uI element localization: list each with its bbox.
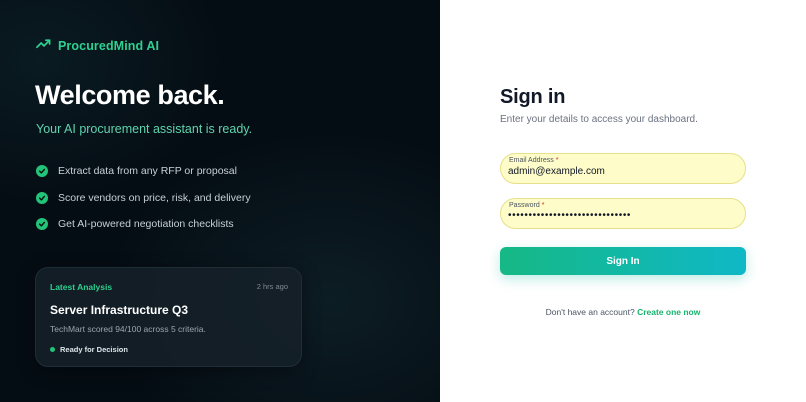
password-label: Password * bbox=[509, 202, 544, 209]
card-label: Latest Analysis bbox=[50, 282, 113, 292]
email-label-text: Email Address bbox=[509, 157, 554, 164]
password-field[interactable]: Password * bbox=[500, 198, 746, 229]
card-description: TechMart scored 94/100 across 5 criteria… bbox=[50, 324, 206, 334]
card-title: Server Infrastructure Q3 bbox=[50, 303, 189, 317]
check-circle-icon bbox=[36, 165, 48, 177]
welcome-heading: Welcome back. bbox=[35, 80, 225, 110]
status-text: Ready for Decision bbox=[60, 345, 128, 354]
brand: ProcuredMind AI bbox=[36, 36, 159, 56]
feature-text: Score vendors on price, risk, and delive… bbox=[58, 191, 251, 204]
feature-list: Extract data from any RFP or proposal Sc… bbox=[36, 163, 251, 243]
feature-item: Get AI-powered negotiation checklists bbox=[36, 216, 251, 232]
email-field[interactable]: Email Address * bbox=[500, 153, 746, 184]
feature-text: Extract data from any RFP or proposal bbox=[58, 165, 237, 177]
required-mark: * bbox=[555, 157, 559, 164]
check-circle-icon bbox=[36, 191, 48, 204]
status-badge: Ready for Decision bbox=[50, 345, 128, 354]
feature-item: Score vendors on price, risk, and delive… bbox=[36, 190, 251, 206]
signup-prompt: Don't have an account? Create one now bbox=[440, 307, 806, 317]
trending-up-icon bbox=[36, 36, 51, 56]
card-timestamp: 2 hrs ago bbox=[256, 282, 288, 291]
hero-panel: ProcuredMind AI Welcome back. Your AI pr… bbox=[0, 0, 440, 402]
brand-name: ProcuredMind AI bbox=[58, 39, 160, 53]
signin-button[interactable]: Sign In bbox=[500, 247, 746, 275]
feature-text: Get AI-powered negotiation checklists bbox=[58, 218, 234, 230]
status-dot-icon bbox=[50, 347, 55, 352]
password-label-text: Password bbox=[509, 202, 540, 209]
email-input[interactable] bbox=[508, 166, 738, 177]
check-circle-icon bbox=[36, 218, 48, 230]
password-input[interactable] bbox=[508, 210, 738, 221]
email-label: Email Address * bbox=[509, 157, 558, 164]
signup-prompt-text: Don't have an account? bbox=[545, 307, 635, 317]
signin-subtitle: Enter your details to access your dashbo… bbox=[500, 114, 698, 125]
create-account-link[interactable]: Create one now bbox=[637, 307, 700, 317]
signin-title: Sign in bbox=[500, 86, 566, 108]
signin-panel: Sign in Enter your details to access you… bbox=[440, 0, 806, 402]
feature-item: Extract data from any RFP or proposal bbox=[36, 163, 251, 179]
latest-analysis-card: Latest Analysis 2 hrs ago Server Infrast… bbox=[35, 267, 302, 367]
welcome-subtitle: Your AI procurement assistant is ready. bbox=[36, 122, 253, 136]
required-mark: * bbox=[541, 202, 545, 209]
